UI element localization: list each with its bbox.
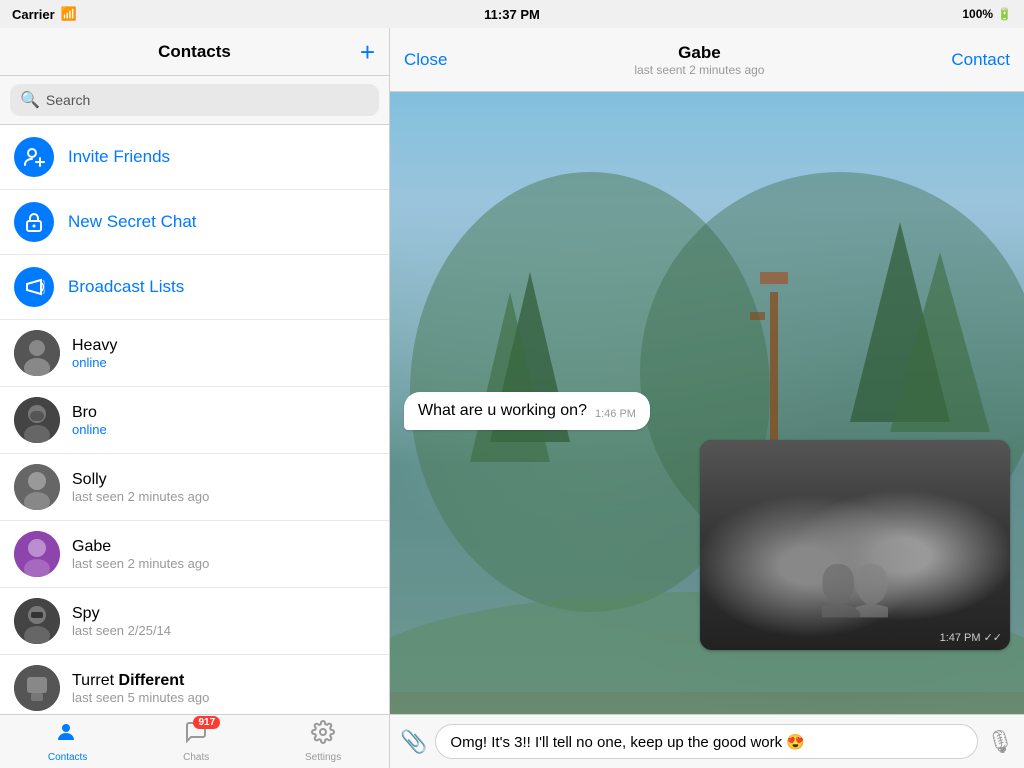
- chat-header-center: Gabe last seent 2 minutes ago: [634, 43, 764, 77]
- message-input[interactable]: [435, 724, 978, 759]
- tab-contacts-label: Contacts: [48, 752, 87, 763]
- tab-bar: Contacts 917 Chats Settings: [0, 714, 389, 768]
- broadcast-lists-item[interactable]: Broadcast Lists: [0, 255, 389, 320]
- tab-contacts[interactable]: Contacts: [48, 720, 87, 763]
- status-bar-left: Carrier 📶: [12, 6, 77, 22]
- contacts-title: Contacts: [158, 42, 231, 62]
- contacts-header: Contacts +: [0, 28, 389, 76]
- contact-solly-status: last seen 2 minutes ago: [72, 489, 375, 504]
- contact-gabe[interactable]: Gabe last seen 2 minutes ago: [0, 521, 389, 588]
- invite-friends-icon: [14, 137, 54, 177]
- contact-solly[interactable]: Solly last seen 2 minutes ago: [0, 454, 389, 521]
- message-2-time: 1:47 PM ✓✓: [940, 631, 1002, 644]
- messages-wrapper: What are u working on? 1:46 PM 1:47 PM ✓…: [390, 92, 1024, 670]
- attach-button[interactable]: 📎: [400, 729, 427, 755]
- contact-spy-info: Spy last seen 2/25/14: [72, 605, 375, 638]
- contact-turret-name: Turret Different: [72, 672, 375, 690]
- contact-solly-info: Solly last seen 2 minutes ago: [72, 471, 375, 504]
- contact-heavy[interactable]: Heavy online: [0, 320, 389, 387]
- contact-turret-info: Turret Different last seen 5 minutes ago: [72, 672, 375, 705]
- main-container: Contacts + 🔍 In: [0, 28, 1024, 768]
- chats-badge: 917: [193, 716, 220, 729]
- avatar-turret: [14, 665, 60, 711]
- contacts-list: Invite Friends New Secret Chat: [0, 125, 389, 714]
- contact-solly-name: Solly: [72, 471, 375, 489]
- contact-gabe-status: last seen 2 minutes ago: [72, 556, 375, 571]
- broadcast-lists-label: Broadcast Lists: [68, 277, 184, 297]
- message-2-image: 1:47 PM ✓✓: [700, 440, 1010, 650]
- tab-chats-label: Chats: [183, 752, 209, 763]
- battery-icon: 🔋: [997, 7, 1012, 21]
- contact-heavy-status: online: [72, 355, 375, 370]
- new-secret-chat-item[interactable]: New Secret Chat: [0, 190, 389, 255]
- input-bar: 📎 🎙: [390, 714, 1024, 768]
- invite-friends-item[interactable]: Invite Friends: [0, 125, 389, 190]
- contact-button[interactable]: Contact: [951, 50, 1010, 70]
- tab-settings-label: Settings: [305, 752, 341, 763]
- avatar-spy: [14, 598, 60, 644]
- new-secret-chat-label: New Secret Chat: [68, 212, 197, 232]
- contact-heavy-info: Heavy online: [72, 337, 375, 370]
- checkmarks-icon: ✓✓: [984, 631, 1002, 644]
- search-icon: 🔍: [20, 90, 40, 110]
- secret-chat-icon: [14, 202, 54, 242]
- search-container: 🔍: [0, 76, 389, 125]
- message-1: What are u working on? 1:46 PM: [404, 392, 650, 430]
- contact-turret-status: last seen 5 minutes ago: [72, 690, 375, 705]
- chat-name: Gabe: [634, 43, 764, 63]
- contact-heavy-name: Heavy: [72, 337, 375, 355]
- mic-button[interactable]: 🎙: [986, 729, 1014, 755]
- contact-spy-name: Spy: [72, 605, 375, 623]
- battery-label: 100%: [962, 7, 993, 21]
- right-panel: Close Gabe last seent 2 minutes ago Cont…: [390, 28, 1024, 768]
- status-bar-time: 11:37 PM: [484, 7, 540, 22]
- contact-spy-status: last seen 2/25/14: [72, 623, 375, 638]
- status-bar-right: 100% 🔋: [962, 7, 1012, 21]
- chat-header: Close Gabe last seent 2 minutes ago Cont…: [390, 28, 1024, 92]
- tab-chats[interactable]: 917 Chats: [183, 720, 209, 763]
- chat-status: last seent 2 minutes ago: [634, 63, 764, 77]
- chats-tab-icon: 917: [184, 720, 208, 750]
- message-1-time: 1:46 PM: [595, 408, 636, 420]
- status-bar: Carrier 📶 11:37 PM 100% 🔋: [0, 0, 1024, 28]
- search-input[interactable]: [46, 92, 369, 108]
- chat-messages: What are u working on? 1:46 PM 1:47 PM ✓…: [390, 92, 1024, 714]
- avatar-gabe: [14, 531, 60, 577]
- add-contact-button[interactable]: +: [360, 39, 375, 65]
- carrier-label: Carrier: [12, 7, 55, 22]
- photo-content: [700, 440, 1010, 650]
- avatar-heavy: [14, 330, 60, 376]
- close-button[interactable]: Close: [404, 50, 447, 70]
- contact-gabe-info: Gabe last seen 2 minutes ago: [72, 538, 375, 571]
- tab-settings[interactable]: Settings: [305, 720, 341, 763]
- contact-bro-status: online: [72, 422, 375, 437]
- search-bar[interactable]: 🔍: [10, 84, 379, 116]
- contact-bro[interactable]: Bro online: [0, 387, 389, 454]
- contact-bro-name: Bro: [72, 404, 375, 422]
- contact-bro-info: Bro online: [72, 404, 375, 437]
- broadcast-icon: [14, 267, 54, 307]
- avatar-solly: [14, 464, 60, 510]
- invite-friends-label: Invite Friends: [68, 147, 170, 167]
- contacts-tab-icon: [56, 720, 80, 750]
- contact-turret[interactable]: Turret Different last seen 5 minutes ago: [0, 655, 389, 714]
- contact-spy[interactable]: Spy last seen 2/25/14: [0, 588, 389, 655]
- wifi-icon: 📶: [61, 6, 77, 22]
- left-panel: Contacts + 🔍 In: [0, 28, 390, 768]
- contact-gabe-name: Gabe: [72, 538, 375, 556]
- message-1-text: What are u working on?: [418, 402, 587, 420]
- settings-tab-icon: [311, 720, 335, 750]
- avatar-bro: [14, 397, 60, 443]
